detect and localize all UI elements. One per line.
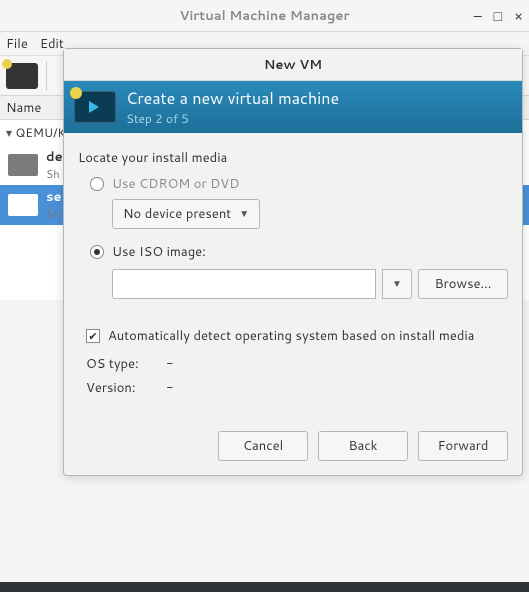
maximize-icon[interactable]: □ (494, 6, 502, 26)
radio-iso[interactable] (90, 245, 104, 259)
vm-header-icon (74, 91, 116, 123)
cancel-button[interactable]: Cancel (218, 431, 308, 461)
menu-edit[interactable]: Edit (40, 35, 64, 53)
autodetect-checkbox[interactable]: ✔ (86, 329, 100, 343)
version-label: Version: (86, 379, 156, 397)
vm-name: de (46, 148, 63, 166)
os-type-label: OS type: (86, 355, 156, 373)
vm-state: Sh (46, 166, 63, 182)
os-type-value: - (166, 355, 186, 373)
iso-path-input[interactable] (112, 269, 376, 299)
radio-cdrom[interactable] (90, 177, 104, 191)
dialog-header: Create a new virtual machine Step 2 of 5 (64, 81, 522, 133)
minimize-icon[interactable]: – (474, 6, 482, 26)
menu-file[interactable]: File (6, 35, 28, 53)
forward-button[interactable]: Forward (418, 431, 508, 461)
new-vm-dialog: New VM Create a new virtual machine Step… (63, 48, 523, 476)
locate-media-label: Locate your install media (78, 149, 508, 167)
toolbar-separator (46, 61, 47, 91)
window-title: Virtual Machine Manager (180, 7, 350, 25)
bottom-bar (0, 582, 529, 592)
dialog-header-title: Create a new virtual machine (126, 87, 339, 110)
new-vm-toolbar-icon[interactable] (6, 63, 38, 89)
radio-cdrom-label: Use CDROM or DVD (112, 175, 239, 193)
chevron-down-icon: ▼ (392, 277, 402, 291)
browse-button[interactable]: Browse... (418, 269, 508, 299)
tree-header-name: Name (6, 99, 41, 117)
dialog-title: New VM (264, 56, 322, 74)
monitor-icon (8, 194, 38, 216)
back-button[interactable]: Back (318, 431, 408, 461)
dialog-step: Step 2 of 5 (126, 110, 339, 127)
iso-history-dropdown[interactable]: ▼ (382, 269, 412, 299)
close-icon[interactable]: × (514, 6, 523, 26)
cdrom-device-combo[interactable]: No device present ▼ (112, 199, 260, 229)
monitor-icon (8, 154, 38, 176)
cdrom-combo-value: No device present (123, 205, 231, 223)
radio-iso-label: Use ISO image: (112, 243, 206, 261)
vm-state: Sh (46, 206, 62, 222)
dialog-titlebar: New VM (64, 49, 522, 81)
vm-name: se (46, 188, 62, 206)
autodetect-label: Automatically detect operating system ba… (108, 327, 474, 345)
chevron-down-icon: ▼ (239, 207, 249, 221)
version-value: - (166, 379, 186, 397)
main-titlebar: Virtual Machine Manager – □ × (0, 0, 529, 32)
